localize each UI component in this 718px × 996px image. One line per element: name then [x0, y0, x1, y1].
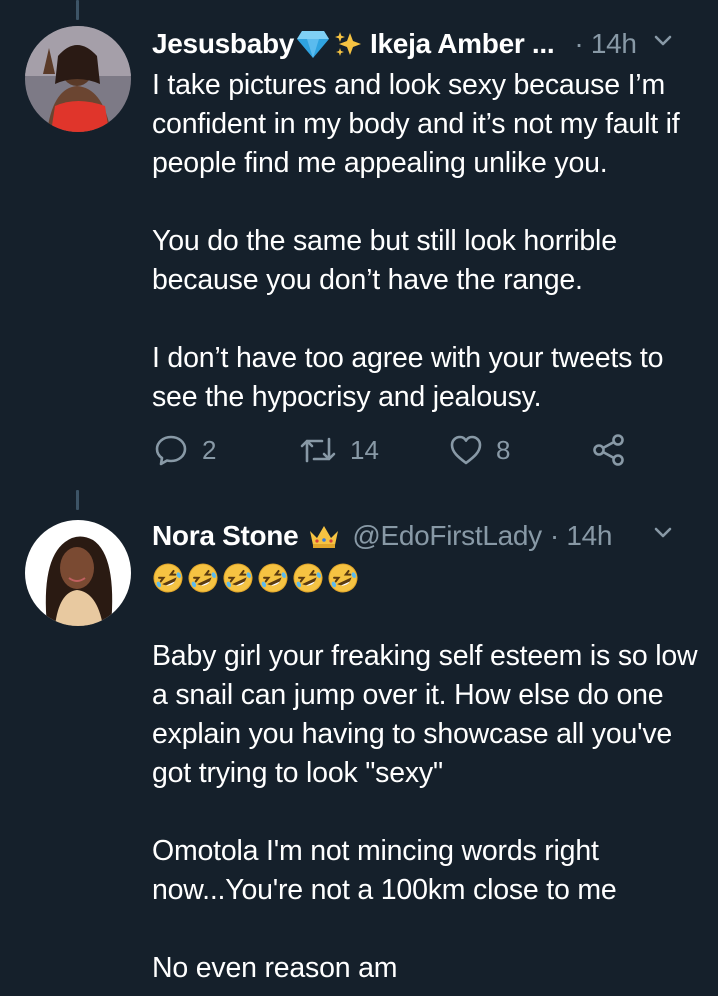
reply-button[interactable]: 2: [154, 433, 216, 467]
timestamp[interactable]: · 14h: [574, 28, 637, 60]
crown-icon: [308, 523, 340, 549]
chevron-down-icon[interactable]: [650, 520, 676, 553]
retweet-count: 14: [350, 434, 379, 465]
share-icon: [592, 433, 626, 467]
chevron-down-icon[interactable]: [650, 28, 676, 61]
display-name[interactable]: Jesusbaby: [152, 28, 294, 60]
tweet-text: Baby girl your freaking self esteem is s…: [152, 640, 698, 984]
rofl-emoji: [327, 562, 359, 599]
thread-line-top: [76, 0, 79, 20]
rofl-emoji: [222, 562, 254, 599]
retweet-button[interactable]: 14: [298, 433, 379, 467]
like-button[interactable]: 8: [448, 433, 510, 467]
like-icon: [448, 433, 484, 467]
diamond-icon: [296, 29, 330, 59]
like-count: 8: [496, 434, 511, 465]
user-handle[interactable]: @EdoFirstLady: [352, 520, 542, 552]
share-button[interactable]: [592, 433, 626, 467]
rofl-emoji: [187, 562, 219, 599]
reply-count: 2: [202, 434, 217, 465]
tweet-header: Jesusbaby Ikeja Amber ... · 14h: [152, 24, 694, 64]
emoji-row: [152, 562, 359, 599]
avatar[interactable]: [25, 26, 131, 132]
tweet-nora-stone[interactable]: Nora Stone @EdoFirstLady · 14h Baby girl…: [0, 490, 718, 996]
display-name[interactable]: Nora Stone: [152, 520, 299, 552]
tweet-text: I take pictures and look sexy because I’…: [152, 69, 680, 413]
tweet-jesusbaby[interactable]: Jesusbaby Ikeja Amber ... · 14h I take p…: [0, 0, 718, 490]
display-name-suffix[interactable]: Ikeja Amber ...: [370, 28, 555, 60]
reply-icon: [154, 433, 188, 467]
avatar[interactable]: [25, 520, 131, 626]
tweet-actions: 2 14 8: [152, 433, 642, 473]
thread-line-connector: [76, 490, 79, 510]
sparkles-icon: [334, 30, 362, 58]
tweet-header: Nora Stone @EdoFirstLady · 14h: [152, 516, 694, 556]
rofl-emoji: [292, 562, 324, 599]
retweet-icon: [298, 433, 338, 467]
rofl-emoji: [257, 562, 289, 599]
rofl-emoji: [152, 562, 184, 599]
timestamp[interactable]: · 14h: [550, 520, 613, 552]
